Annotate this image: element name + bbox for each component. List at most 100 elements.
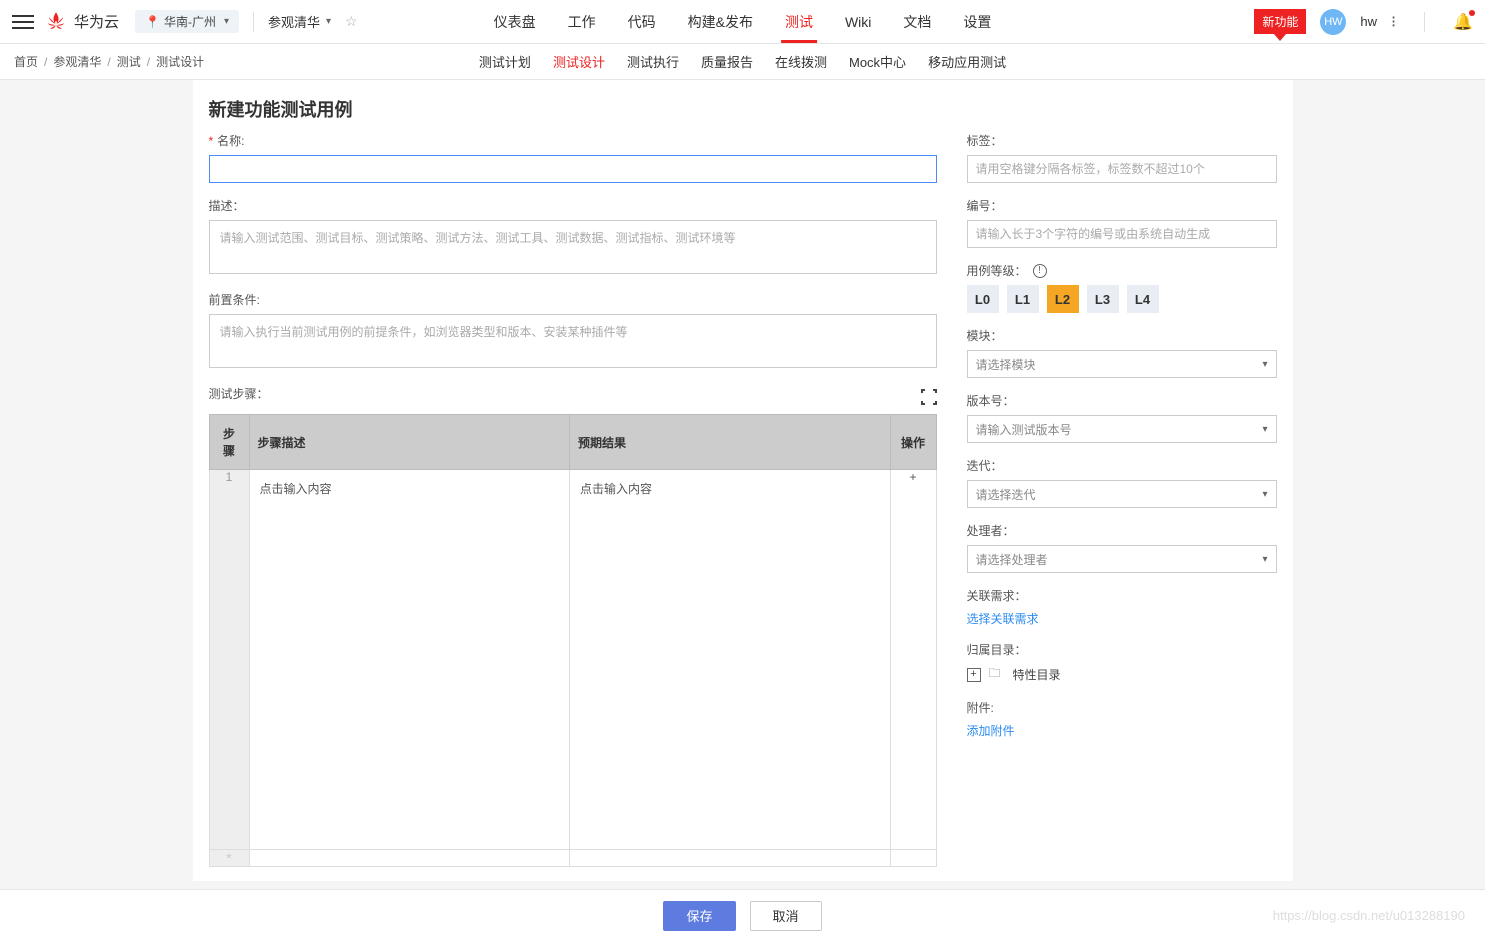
module-label: 模块： xyxy=(967,327,1003,344)
region-name: 华南-广州 xyxy=(164,13,216,30)
dir-value[interactable]: 特性目录 xyxy=(1013,666,1061,683)
subnav-在线拨测[interactable]: 在线拨测 xyxy=(775,52,827,71)
divider xyxy=(1424,12,1425,32)
sub-bar: 首页/参观清华/测试/测试设计 测试计划 测试设计 测试执行 质量报告 在线拨测 Mock… xyxy=(0,44,1485,80)
add-attachment-link[interactable]: 添加附件 xyxy=(967,724,1015,738)
favorite-icon[interactable]: ☆ xyxy=(345,13,358,30)
nav-工作[interactable]: 工作 xyxy=(564,0,600,43)
subnav-测试计划[interactable]: 测试计划 xyxy=(479,52,531,71)
subnav-移动应用测试[interactable]: 移动应用测试 xyxy=(928,52,1006,71)
subnav-质量报告[interactable]: 质量报告 xyxy=(701,52,753,71)
owner-label: 处理者： xyxy=(967,522,1015,539)
bell-icon[interactable]: 🔔 xyxy=(1453,12,1473,32)
info-icon[interactable]: ! xyxy=(1033,264,1047,278)
nav-仪表盘[interactable]: 仪表盘 xyxy=(490,0,540,43)
breadcrumb-item[interactable]: 首页 xyxy=(14,53,38,70)
col-step: 步骤 xyxy=(209,415,249,470)
level-buttons: L0 L1 L2 L3 L4 xyxy=(967,285,1277,313)
name-input[interactable] xyxy=(209,155,937,183)
brand-logo[interactable]: 华为云 xyxy=(44,10,119,34)
tags-label: 标签： xyxy=(967,132,1003,149)
project-name: 参观清华 xyxy=(268,12,320,31)
footer-bar: 保存 取消 xyxy=(0,889,1485,941)
nav-Wiki[interactable]: Wiki xyxy=(841,0,875,43)
save-button[interactable]: 保存 xyxy=(663,901,735,931)
module-select[interactable]: 请选择模块 xyxy=(967,350,1277,378)
breadcrumb-item[interactable]: 测试 xyxy=(117,53,141,70)
col-op: 操作 xyxy=(890,415,936,470)
table-row: * xyxy=(209,850,936,867)
nav-设置[interactable]: 设置 xyxy=(959,0,995,43)
tags-input[interactable] xyxy=(967,155,1277,183)
subnav-测试执行[interactable]: 测试执行 xyxy=(627,52,679,71)
level-label: 用例等级： xyxy=(967,262,1027,279)
precond-label: 前置条件: xyxy=(209,291,260,308)
description-textarea[interactable] xyxy=(209,220,937,274)
breadcrumb-item[interactable]: 参观清华 xyxy=(53,53,101,70)
precondition-textarea[interactable] xyxy=(209,314,937,368)
level-L3[interactable]: L3 xyxy=(1087,285,1119,313)
avatar[interactable]: HW xyxy=(1320,9,1346,35)
req-label: 关联需求： xyxy=(967,587,1027,604)
feedback-icon[interactable]: ⁝ xyxy=(1391,12,1396,32)
sub-nav: 测试计划 测试设计 测试执行 质量报告 在线拨测 Mock中心 移动应用测试 xyxy=(479,44,1006,79)
select-requirement-link[interactable]: 选择关联需求 xyxy=(967,612,1039,626)
steps-table: 步骤 步骤描述 预期结果 操作 1 点击输入内容 点击输入内容 + xyxy=(209,414,937,867)
page-title: 新建功能测试用例 xyxy=(193,96,1293,132)
divider xyxy=(253,12,254,32)
step-number: 1 xyxy=(209,470,249,850)
level-L2[interactable]: L2 xyxy=(1047,285,1079,313)
col-step-desc: 步骤描述 xyxy=(249,415,570,470)
cancel-button[interactable]: 取消 xyxy=(750,901,822,931)
breadcrumb-item[interactable]: 测试设计 xyxy=(156,53,204,70)
step-number-placeholder: * xyxy=(209,850,249,867)
level-L0[interactable]: L0 xyxy=(967,285,999,313)
subnav-Mock中心[interactable]: Mock中心 xyxy=(849,52,906,71)
nav-构建&发布[interactable]: 构建&发布 xyxy=(684,0,757,43)
add-step-button[interactable]: + xyxy=(890,470,936,850)
region-selector[interactable]: 📍 华南-广州 xyxy=(135,10,239,33)
fullscreen-icon[interactable] xyxy=(921,389,937,405)
folder-icon xyxy=(989,664,1005,685)
table-row: 1 点击输入内容 点击输入内容 + xyxy=(209,470,936,850)
name-label: 名称: xyxy=(217,132,244,149)
version-select[interactable]: 请输入测试版本号 xyxy=(967,415,1277,443)
dir-label: 归属目录： xyxy=(967,641,1027,658)
main-column: * 名称: 描述： 前置条件: 测试步骤： xyxy=(209,132,937,881)
number-label: 编号： xyxy=(967,197,1003,214)
empty-cell xyxy=(890,850,936,867)
col-expected: 预期结果 xyxy=(570,415,891,470)
empty-cell[interactable] xyxy=(249,850,570,867)
page: 新建功能测试用例 * 名称: 描述： 前置条件: 测试步骤： xyxy=(193,80,1293,881)
nav-测试[interactable]: 测试 xyxy=(781,0,817,43)
project-selector[interactable]: 参观清华 xyxy=(268,12,331,31)
user-name[interactable]: hw xyxy=(1360,14,1377,29)
level-L4[interactable]: L4 xyxy=(1127,285,1159,313)
new-feature-badge[interactable]: 新功能 xyxy=(1254,9,1306,34)
expand-icon[interactable]: + xyxy=(967,668,981,682)
level-L1[interactable]: L1 xyxy=(1007,285,1039,313)
primary-nav: 仪表盘工作代码构建&发布测试 Wiki 文档设置 xyxy=(490,0,996,43)
top-bar: 华为云 📍 华南-广州 参观清华 ☆ 仪表盘工作代码构建&发布测试 Wiki 文档设… xyxy=(0,0,1485,44)
owner-select[interactable]: 请选择处理者 xyxy=(967,545,1277,573)
huawei-icon xyxy=(44,10,68,34)
subnav-测试设计[interactable]: 测试设计 xyxy=(553,52,605,71)
pin-icon: 📍 xyxy=(145,15,160,29)
version-label: 版本号： xyxy=(967,392,1015,409)
menu-icon[interactable] xyxy=(12,15,34,29)
iteration-select[interactable]: 请选择迭代 xyxy=(967,480,1277,508)
attach-label: 附件: xyxy=(967,699,994,716)
nav-代码[interactable]: 代码 xyxy=(624,0,660,43)
steps-label: 测试步骤： xyxy=(209,385,269,402)
expected-result-cell[interactable]: 点击输入内容 xyxy=(570,470,891,850)
breadcrumb: 首页/参观清华/测试/测试设计 xyxy=(14,53,204,70)
step-desc-cell[interactable]: 点击输入内容 xyxy=(249,470,570,850)
empty-cell[interactable] xyxy=(570,850,891,867)
nav-文档[interactable]: 文档 xyxy=(899,0,935,43)
desc-label: 描述： xyxy=(209,197,245,214)
workspace: 新建功能测试用例 * 名称: 描述： 前置条件: 测试步骤： xyxy=(0,80,1485,920)
number-input[interactable] xyxy=(967,220,1277,248)
side-column: 标签： 编号： 用例等级： ! L0 L1 L2 L3 L4 模块： 请选择模块 xyxy=(967,132,1277,881)
brand-text: 华为云 xyxy=(74,11,119,32)
iteration-label: 迭代： xyxy=(967,457,1003,474)
